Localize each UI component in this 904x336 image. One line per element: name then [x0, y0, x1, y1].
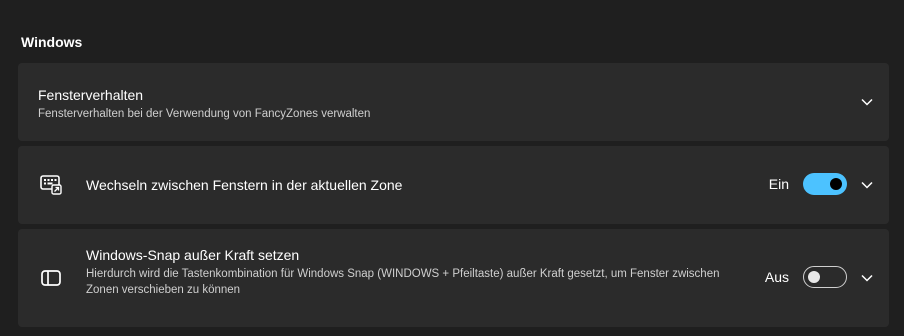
- card-title: Wechseln zwischen Fenstern in der aktuel…: [86, 177, 403, 193]
- chevron-down-icon[interactable]: [859, 94, 875, 110]
- chevron-down-icon[interactable]: [859, 270, 875, 286]
- toggle-knob: [808, 271, 820, 283]
- switch-windows-toggle[interactable]: [803, 173, 847, 195]
- card-switch-windows[interactable]: Wechseln zwischen Fenstern in der aktuel…: [18, 146, 889, 224]
- card-window-behavior-text: Fensterverhalten Fensterverhalten bei de…: [38, 87, 370, 122]
- toggle-group: Aus: [765, 266, 847, 288]
- card-description: Fensterverhalten bei der Verwendung von …: [38, 108, 371, 120]
- toggle-label: Aus: [764, 269, 789, 285]
- settings-page: Windows Fensterverhalten Fensterverhalte…: [0, 0, 904, 336]
- toggle-label: Ein: [768, 176, 789, 192]
- card-override-snap[interactable]: Windows-Snap außer Kraft setzen Hierdurc…: [18, 229, 889, 327]
- override-snap-toggle[interactable]: [803, 266, 847, 288]
- section-title: Windows: [21, 34, 83, 50]
- card-title: Windows-Snap außer Kraft setzen: [86, 247, 300, 263]
- card-title: Fensterverhalten: [38, 87, 144, 103]
- toggle-group: Ein: [769, 173, 847, 195]
- card-description: Hierdurch wird die Tastenkombination für…: [86, 268, 720, 296]
- window-panel-icon: [40, 267, 62, 289]
- card-override-snap-text: Windows-Snap außer Kraft setzen Hierdurc…: [86, 247, 746, 298]
- toggle-knob: [830, 178, 842, 190]
- chevron-down-icon[interactable]: [859, 177, 875, 193]
- card-window-behavior[interactable]: Fensterverhalten Fensterverhalten bei de…: [18, 63, 889, 141]
- card-switch-windows-text: Wechseln zwischen Fenstern in der aktuel…: [86, 177, 402, 194]
- keyboard-shortcut-icon: [40, 174, 62, 196]
